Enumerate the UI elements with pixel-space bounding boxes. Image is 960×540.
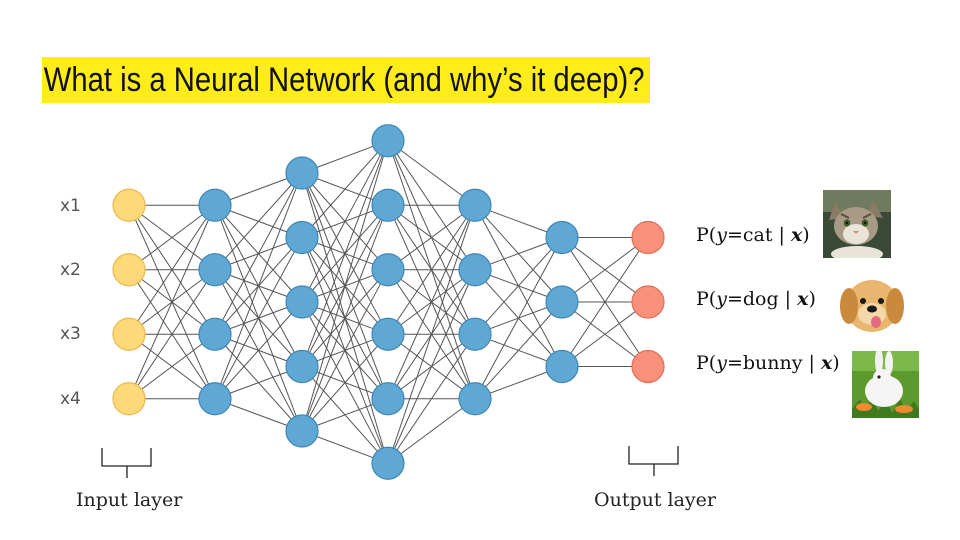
hidden-node	[458, 188, 492, 222]
network-edge	[301, 140, 389, 238]
input-node	[112, 253, 146, 287]
hidden-node	[198, 188, 232, 222]
hidden-node	[198, 253, 232, 287]
hidden-node	[371, 446, 405, 480]
network-edge	[214, 301, 303, 400]
input-label-x2: x2	[60, 260, 81, 280]
hidden-node	[198, 317, 232, 351]
network-edge	[474, 237, 563, 335]
hidden-node	[458, 382, 492, 416]
input-node	[112, 317, 146, 351]
input-layer-bracket	[101, 448, 152, 478]
input-node	[112, 382, 146, 416]
network-edge	[214, 172, 303, 271]
hidden-node	[371, 382, 405, 416]
hidden-node	[285, 220, 319, 255]
hidden-node	[198, 382, 232, 416]
output-layer-bracket	[628, 446, 679, 476]
neural-network-diagram	[101, 124, 679, 480]
hidden-node	[371, 253, 405, 287]
network-edge	[387, 269, 476, 464]
hidden-node	[285, 156, 319, 190]
output-node	[631, 285, 665, 319]
hidden-node	[285, 414, 319, 448]
input-label-x4: x4	[60, 389, 81, 409]
hidden-node	[545, 285, 579, 319]
network-edge	[301, 333, 389, 432]
hidden-node	[285, 349, 319, 384]
hidden-node	[371, 188, 405, 222]
hidden-node	[285, 285, 319, 319]
output-prob-dog: P(y=dog | x)	[696, 288, 816, 310]
hidden-node	[458, 253, 492, 287]
bunny-photo	[852, 351, 919, 418]
input-label-x3: x3	[60, 324, 81, 344]
input-node	[112, 188, 146, 222]
output-prob-cat: P(y=cat | x)	[696, 224, 810, 246]
hidden-node	[545, 349, 579, 384]
hidden-node	[545, 220, 579, 255]
hidden-node	[371, 124, 405, 158]
hidden-node	[371, 317, 405, 351]
output-node	[631, 220, 665, 255]
output-layer-label: Output layer	[594, 489, 716, 511]
input-layer-label: Input layer	[76, 489, 183, 511]
output-node	[631, 349, 665, 384]
network-edge	[474, 301, 563, 400]
input-label-x1: x1	[60, 196, 81, 216]
network-edge	[301, 140, 389, 432]
output-prob-bunny: P(y=bunny | x)	[696, 352, 840, 374]
cat-photo	[823, 190, 891, 258]
hidden-node	[458, 317, 492, 351]
dog-photo	[837, 268, 907, 336]
